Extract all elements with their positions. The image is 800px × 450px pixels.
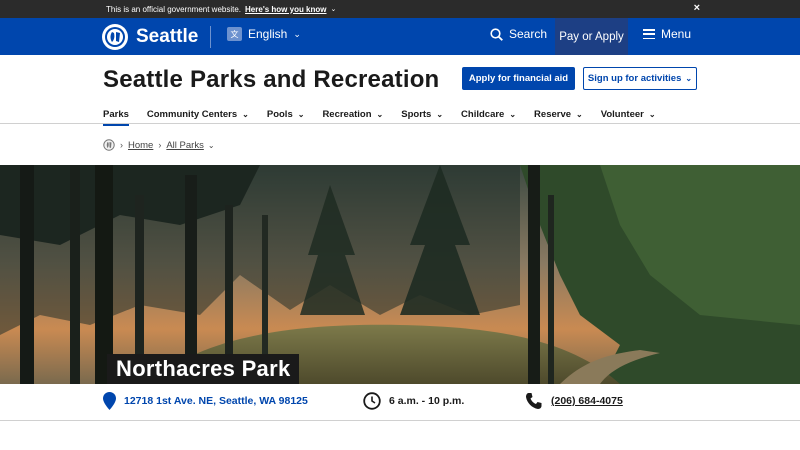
language-selector[interactable]: 文 English ⌄ <box>227 27 301 41</box>
chevron-right-icon: › <box>120 140 123 150</box>
nav-item-sports[interactable]: Sports ⌄ <box>401 105 443 123</box>
search-button[interactable]: Search <box>490 27 547 41</box>
breadcrumb-home[interactable]: Home <box>128 140 153 151</box>
chevron-down-icon: ⌄ <box>648 109 656 119</box>
park-address-link[interactable]: 12718 1st Ave. NE, Seattle, WA 98125 <box>103 392 308 410</box>
chevron-down-icon: ⌄ <box>297 109 305 119</box>
chevron-down-icon: ⌄ <box>576 109 583 119</box>
park-phone-link[interactable]: (206) 684-4075 <box>551 395 623 407</box>
nav-item-childcare[interactable]: Childcare ⌄ <box>461 105 516 123</box>
park-photo <box>0 165 800 384</box>
nav-item-reserve[interactable]: Reserve ⌄ <box>534 105 583 123</box>
financial-aid-button[interactable]: Apply for financial aid <box>462 67 575 90</box>
menu-label: Menu <box>661 27 692 41</box>
phone-icon <box>526 393 542 409</box>
close-icon[interactable]: × <box>694 2 700 14</box>
nav-label: Community Centers <box>146 108 238 120</box>
language-label: English <box>248 27 288 41</box>
gov-banner-text: This is an official government website. <box>106 4 242 14</box>
nav-label: Volunteer <box>600 108 644 120</box>
nav-label: Parks <box>103 108 129 120</box>
nav-label: Childcare <box>461 108 505 120</box>
nav-item-volunteer[interactable]: Volunteer ⌄ <box>601 105 656 123</box>
chevron-down-icon[interactable]: ⌄ <box>208 141 215 150</box>
translate-icon: 文 <box>227 27 242 41</box>
site-header: Seattle Parks and Recreation Apply for f… <box>0 55 800 126</box>
page-title[interactable]: Seattle Parks and Recreation <box>103 66 439 94</box>
nav-label: Reserve <box>534 108 572 120</box>
pay-or-apply-button[interactable]: Pay or Apply <box>555 18 628 55</box>
breadcrumb: › Home › All Parks ⌄ <box>103 139 215 151</box>
chevron-down-icon[interactable]: ⌄ <box>331 5 337 13</box>
chevron-down-icon: ⌄ <box>685 74 693 83</box>
gov-banner-link[interactable]: Here's how you know <box>245 5 326 14</box>
map-pin-icon <box>103 392 116 410</box>
nav-label: Recreation <box>322 108 372 120</box>
park-hero-image: Northacres Park <box>0 165 800 384</box>
menu-button[interactable]: Menu <box>643 27 691 41</box>
park-hours: 6 a.m. - 10 p.m. <box>363 392 464 410</box>
park-address: 12718 1st Ave. NE, Seattle, WA 98125 <box>124 395 308 407</box>
search-label: Search <box>509 27 548 41</box>
logo-text: Seattle <box>136 26 199 47</box>
park-phone: (206) 684-4075 <box>525 392 623 410</box>
chevron-down-icon: ⌄ <box>376 109 384 119</box>
hamburger-icon <box>643 29 655 39</box>
nav-item-parks[interactable]: Parks <box>103 105 129 126</box>
city-seal-icon <box>102 24 128 50</box>
chevron-down-icon: ⌄ <box>509 109 517 119</box>
signup-label: Sign up for activities <box>587 73 682 84</box>
nav-item-community-centers[interactable]: Community Centers ⌄ <box>147 105 249 123</box>
chevron-down-icon: ⌄ <box>242 109 249 119</box>
nav-item-recreation[interactable]: Recreation ⌄ <box>322 105 383 123</box>
park-info-bar: 12718 1st Ave. NE, Seattle, WA 98125 6 a… <box>0 384 800 421</box>
nav-item-pools[interactable]: Pools ⌄ <box>267 105 305 123</box>
nav-label: Sports <box>401 108 432 120</box>
clock-icon <box>363 392 381 410</box>
divider <box>210 26 211 48</box>
breadcrumb-all-parks[interactable]: All Parks <box>166 140 203 151</box>
chevron-down-icon: ⌄ <box>436 109 444 119</box>
gov-banner: This is an official government website. … <box>0 0 800 18</box>
park-title: Northacres Park <box>107 354 300 384</box>
divider <box>0 123 800 124</box>
signup-activities-button[interactable]: Sign up for activities ⌄ <box>583 67 697 90</box>
search-icon <box>490 27 503 41</box>
top-navbar: Seattle 文 English ⌄ Search Pay or Apply … <box>0 18 800 55</box>
park-hours-text: 6 a.m. - 10 p.m. <box>389 395 465 407</box>
main-nav: Parks Community Centers ⌄ Pools ⌄ Recreati… <box>103 105 674 126</box>
nav-label: Pools <box>266 108 293 120</box>
city-seal-icon[interactable] <box>103 139 115 151</box>
chevron-down-icon: ⌄ <box>293 28 301 39</box>
chevron-right-icon: › <box>158 140 162 150</box>
seattle-logo-link[interactable]: Seattle <box>102 24 198 50</box>
